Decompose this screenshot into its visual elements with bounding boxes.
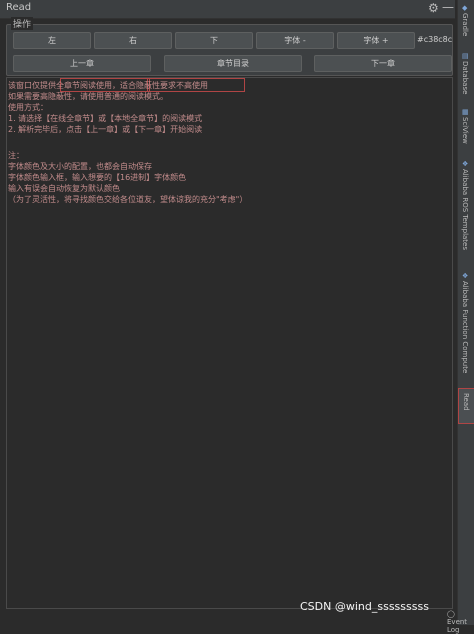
content-line: 该窗口仅提供全章节阅读使用，适合隐蔽性要求不高使用 — [8, 81, 208, 90]
hide-icon[interactable]: — — [442, 0, 454, 14]
gear-icon[interactable]: ⚙ — [428, 1, 439, 15]
content-line: 字体颜色及大小的配置，也都会自动保存 — [8, 162, 152, 171]
content-line: （为了灵活性，将寻找颜色交给各位道友，望体谅我的充分"考虑"） — [8, 195, 248, 204]
font-color-input[interactable]: #c38c8c — [417, 35, 452, 44]
down-button[interactable]: 下 — [175, 32, 253, 49]
event-log-label: Event Log — [447, 618, 468, 634]
tab-alibaba-ros-templates[interactable]: ❖ Alibaba ROS Templates — [458, 160, 474, 260]
tab-label: Alibaba ROS Templates — [461, 169, 469, 250]
operations-panel: 操作 左 右 下 字体 - 字体 + #c38c8c 上一章 章节目录 下一章 — [6, 17, 453, 76]
next-chapter-button[interactable]: 下一章 — [314, 55, 452, 72]
tab-label: Alibaba Function Compute — [461, 281, 469, 374]
alibaba-icon: ❖ — [462, 160, 469, 168]
tab-gradle[interactable]: ◆ Gradle — [458, 4, 474, 54]
content-line: 注： — [8, 151, 24, 160]
content-line: 使用方式： — [8, 103, 48, 112]
right-button[interactable]: 右 — [94, 32, 172, 49]
tool-window-header: Read ⚙ — — [0, 0, 455, 19]
tab-sciview[interactable]: ▦ SciView — [458, 108, 474, 153]
event-log-button[interactable]: ◯ Event Log — [447, 610, 474, 634]
alibaba-icon: ❖ — [462, 272, 469, 280]
tab-database[interactable]: ▤ Database — [458, 52, 474, 104]
tab-label: Database — [461, 61, 469, 95]
database-icon: ▤ — [462, 52, 469, 60]
tab-label: Read — [462, 393, 470, 411]
gradle-icon: ◆ — [462, 4, 468, 12]
left-button[interactable]: 左 — [13, 32, 91, 49]
sciview-icon: ▦ — [462, 108, 469, 116]
content-line: 1. 请选择【在线全章节】或【本地全章节】的阅读模式 — [8, 114, 203, 123]
window-title: Read — [6, 2, 32, 13]
tab-alibaba-function-compute[interactable]: ❖ Alibaba Function Compute — [458, 272, 474, 384]
content-line: 字体颜色输入框，输入想要的【16进制】字体颜色 — [8, 173, 187, 182]
content-line: 输入有误会自动恢复为默认颜色 — [8, 184, 120, 193]
font-increase-button[interactable]: 字体 + — [337, 32, 415, 49]
chapter-list-button[interactable]: 章节目录 — [164, 55, 302, 72]
event-log-icon: ◯ — [447, 610, 455, 618]
previous-chapter-button[interactable]: 上一章 — [13, 55, 151, 72]
tab-read[interactable]: Read — [458, 388, 474, 424]
font-decrease-button[interactable]: 字体 - — [256, 32, 334, 49]
content-line: 如果需要高隐蔽性，请使用普通的阅读模式。 — [8, 92, 168, 101]
reading-area[interactable]: 该窗口仅提供全章节阅读使用，适合隐蔽性要求不高使用 如果需要高隐蔽性，请使用普通… — [6, 77, 453, 609]
right-tool-strip: ◆ Gradle ▤ Database ▦ SciView ❖ Alibaba … — [457, 0, 474, 625]
tab-label: Gradle — [461, 13, 469, 37]
watermark: CSDN @wind_sssssssss — [300, 600, 429, 613]
content-line: 2. 解析完毕后，点击【上一章】或【下一章】开始阅读 — [8, 125, 203, 134]
tab-label: SciView — [461, 117, 469, 144]
operations-legend: 操作 — [11, 17, 34, 30]
